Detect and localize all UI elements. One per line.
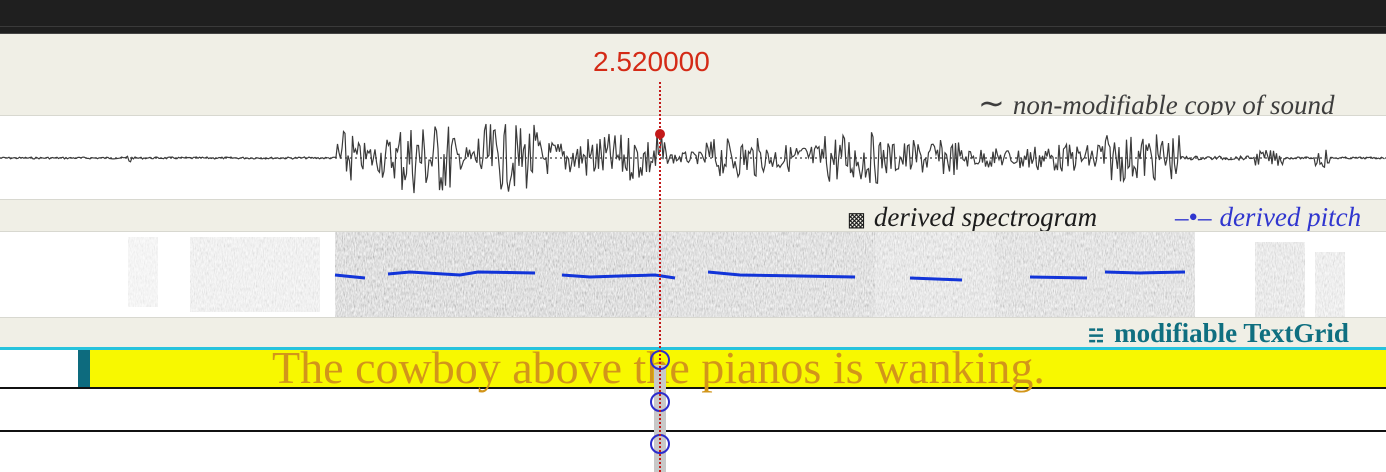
pitch-channel-label: –•– derived pitch: [1175, 202, 1361, 233]
pitch-icon: –•–: [1175, 202, 1212, 232]
waveform-graph: [0, 123, 1386, 194]
window-toolbar: [0, 0, 1386, 34]
pitch-label-text: derived pitch: [1219, 202, 1362, 232]
tier-3[interactable]: [0, 432, 1386, 472]
waveform-panel[interactable]: [0, 115, 1386, 200]
tier-1[interactable]: The cowboy above the pianos is wanking.: [0, 342, 1386, 393]
textgrid-tiers: The cowboy above the pianos is wanking.: [0, 342, 1386, 472]
interval-boundary[interactable]: [78, 350, 90, 387]
spectrogram-panel[interactable]: [0, 231, 1386, 318]
cursor-time-readout: 2.520000: [593, 46, 710, 77]
spectrogram-image: [0, 232, 1386, 317]
spectrogram-channel-label: ▩ derived spectrogram: [847, 202, 1097, 233]
spectrogram-icon: ▩: [847, 209, 866, 231]
tier-2[interactable]: [0, 389, 1386, 432]
cursor-line[interactable]: [659, 82, 661, 472]
spectrogram-label-text: derived spectrogram: [873, 202, 1098, 232]
